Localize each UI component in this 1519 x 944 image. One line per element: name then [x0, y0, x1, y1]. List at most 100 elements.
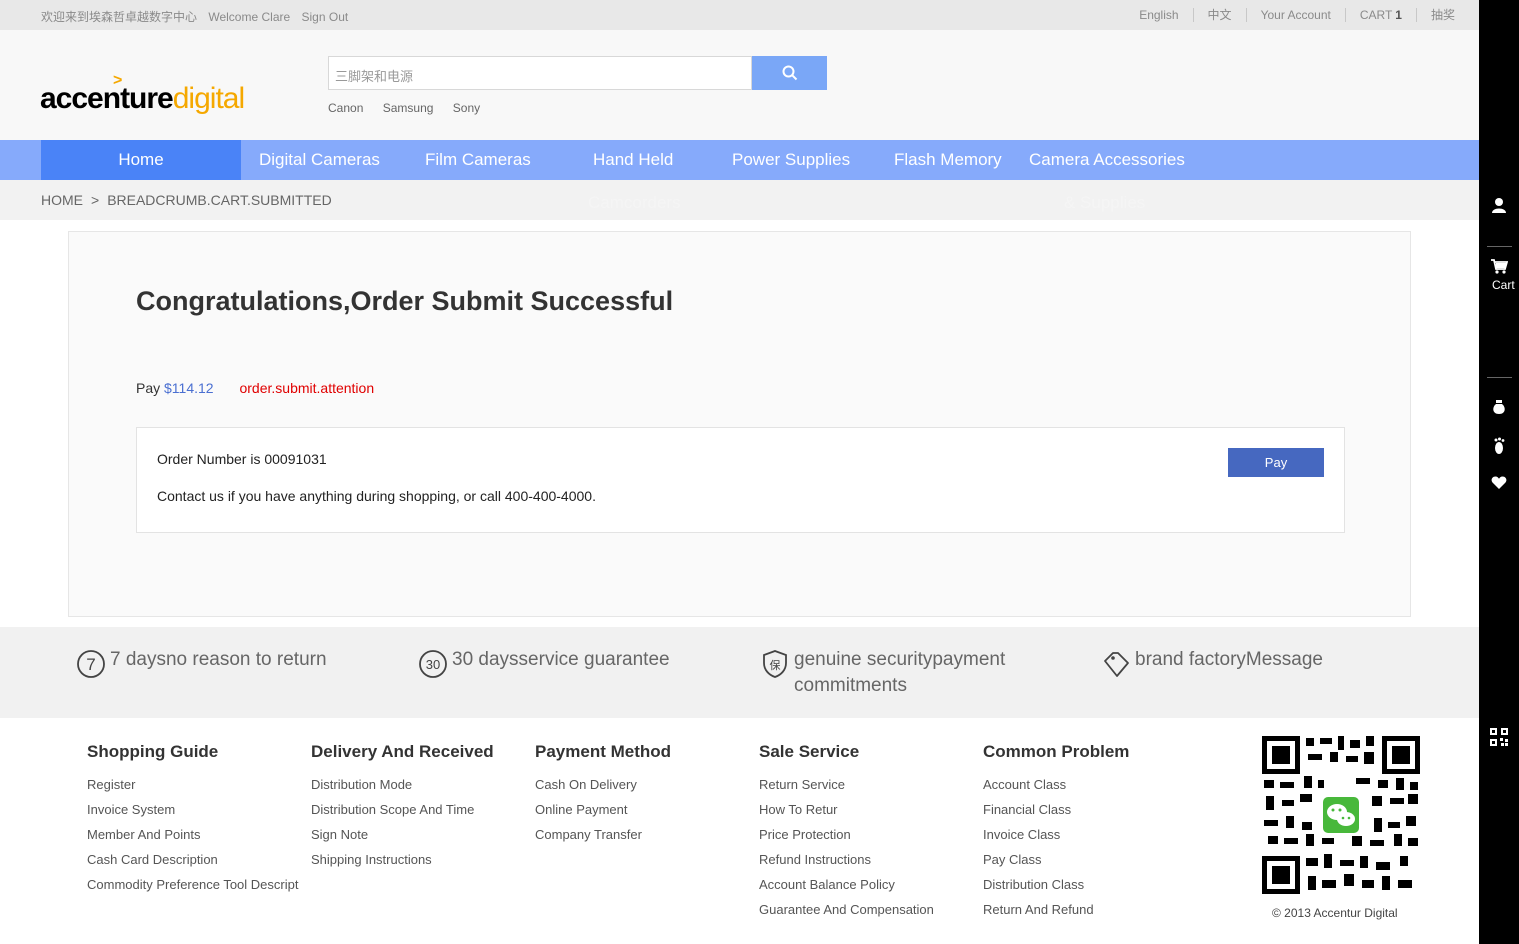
qr-code-icon — [1490, 728, 1508, 746]
sidebar-cart-button[interactable]: Cart — [1479, 258, 1519, 292]
sign-out-link[interactable]: Sign Out — [302, 10, 349, 24]
nav-camera-accessories-overflow: & Supplies — [1064, 193, 1146, 212]
search-input[interactable]: 三脚架和电源 — [328, 56, 752, 90]
sidebar-user-button[interactable] — [1479, 197, 1519, 213]
lottery-link[interactable]: 抽奖 — [1415, 8, 1469, 22]
footer-link[interactable]: Return Service — [759, 772, 934, 797]
footer-link[interactable]: Refund Instructions — [759, 847, 934, 872]
sidebar-favorites-button[interactable] — [1479, 476, 1519, 490]
shield-icon: 保 — [763, 650, 787, 678]
attention-message: order.submit.attention — [239, 380, 375, 396]
thirty-days-icon: 30 — [419, 650, 447, 678]
user-icon — [1492, 198, 1506, 213]
nav-camera-accessories[interactable]: Camera Accessories — [1029, 140, 1185, 180]
contact-note: Contact us if you have anything during s… — [157, 488, 596, 504]
footer-link[interactable]: Cash Card Description — [87, 847, 298, 872]
footer-link[interactable]: Pay Class — [983, 847, 1129, 872]
cart-link[interactable]: CART 1 — [1344, 8, 1416, 22]
footer-link[interactable]: Invoice System — [87, 797, 298, 822]
money-bag-icon — [1493, 400, 1505, 414]
logo-chevron-icon: > — [113, 72, 122, 89]
footer-column-title: Sale Service — [759, 742, 860, 761]
footer-link[interactable]: How To Retur — [759, 797, 934, 822]
sidebar-divider — [1487, 246, 1512, 247]
nav-digital-cameras[interactable]: Digital Cameras — [259, 140, 380, 180]
top-bar: 欢迎来到埃森哲卓越数字中心 Welcome Clare Sign Out Eng… — [0, 0, 1479, 30]
sidebar-divider — [1487, 377, 1512, 378]
payment-summary: Pay $114.12 order.submit.attention — [136, 380, 374, 396]
page-title: Congratulations,Order Submit Successful — [136, 286, 674, 316]
hotword-sony[interactable]: Sony — [453, 101, 480, 115]
hotword-samsung[interactable]: Samsung — [383, 101, 434, 115]
sidebar-cart-label: Cart — [1492, 278, 1515, 292]
footer-link[interactable]: Account Class — [983, 772, 1129, 797]
footer-link[interactable]: Guarantee And Compensation — [759, 897, 934, 922]
footer-link[interactable]: Member And Points — [87, 822, 298, 847]
welcome-user-text: Welcome Clare — [208, 10, 291, 24]
footer-column-title: Payment Method — [535, 742, 672, 761]
breadcrumb-home[interactable]: HOME — [41, 192, 83, 208]
seven-days-icon: 7 — [77, 650, 105, 678]
nav-power-supplies[interactable]: Power Supplies — [732, 140, 850, 180]
language-english-link[interactable]: English — [1125, 8, 1192, 22]
sidebar-footprint-button[interactable] — [1479, 437, 1519, 457]
guarantee-return: 7 7 daysno reason to return — [76, 647, 327, 679]
footer-link[interactable]: Account Balance Policy — [759, 872, 934, 897]
footer-column-payment: Payment Method Cash On Delivery Online P… — [535, 742, 671, 847]
nav-film-cameras[interactable]: Film Cameras — [425, 140, 531, 180]
search-button[interactable] — [752, 56, 827, 90]
site-logo[interactable]: > accenturedigital — [40, 72, 245, 126]
footer-link[interactable]: Distribution Mode — [311, 772, 494, 797]
order-info-box: Order Number is 00091031 Contact us if y… — [136, 427, 1345, 533]
footprint-icon — [1494, 437, 1505, 454]
footer-link[interactable]: Online Payment — [535, 797, 671, 822]
logo-text-digital: digital — [172, 82, 245, 115]
nav-flash-memory[interactable]: Flash Memory — [894, 140, 1002, 180]
footer-link[interactable]: Price Protection — [759, 822, 934, 847]
footer: Shopping Guide Register Invoice System M… — [0, 718, 1479, 944]
wechat-qr-code — [1260, 734, 1422, 896]
cart-icon — [1491, 259, 1508, 274]
footer-column-shopping-guide: Shopping Guide Register Invoice System M… — [87, 742, 298, 897]
footer-link[interactable]: Commodity Preference Tool Descript — [87, 872, 298, 897]
footer-link[interactable]: Register — [87, 772, 298, 797]
footer-link[interactable]: Financial Class — [983, 797, 1129, 822]
guarantee-band: 7 7 daysno reason to return 30 30 daysse… — [0, 627, 1479, 718]
nav-hand-held-overflow: Camcorders — [588, 193, 681, 212]
order-number: Order Number is 00091031 — [157, 451, 327, 467]
sidebar-qr-button[interactable] — [1479, 728, 1519, 746]
footer-link[interactable]: Invoice Class — [983, 822, 1129, 847]
right-sidebar: Cart — [1479, 0, 1519, 944]
footer-link[interactable]: Return And Refund — [983, 897, 1129, 922]
svg-text:30: 30 — [426, 657, 440, 672]
footer-link[interactable]: Distribution Scope And Time — [311, 797, 494, 822]
search-icon — [782, 65, 797, 81]
hot-keywords: Canon Samsung Sony — [328, 101, 496, 115]
hotword-canon[interactable]: Canon — [328, 101, 363, 115]
pay-button[interactable]: Pay — [1228, 448, 1324, 477]
breadcrumb-current: BREADCRUMB.CART.SUBMITTED — [107, 192, 332, 208]
language-chinese-link[interactable]: 中文 — [1192, 8, 1246, 22]
order-success-panel: Congratulations,Order Submit Successful … — [68, 231, 1411, 617]
pay-label: Pay — [136, 380, 161, 396]
nav-home[interactable]: Home — [41, 140, 241, 180]
pay-amount: $114.12 — [164, 380, 214, 396]
guarantee-payment-label: genuine securitypayment commitments — [794, 649, 1006, 696]
footer-link[interactable]: Company Transfer — [535, 822, 671, 847]
footer-column-delivery: Delivery And Received Distribution Mode … — [311, 742, 494, 872]
footer-link[interactable]: Distribution Class — [983, 872, 1129, 897]
footer-link[interactable]: Cash On Delivery — [535, 772, 671, 797]
heart-icon — [1491, 476, 1507, 489]
nav-hand-held[interactable]: Hand Held — [593, 140, 673, 180]
footer-column-common-problem: Common Problem Account Class Financial C… — [983, 742, 1129, 922]
footer-column-title: Shopping Guide — [87, 742, 219, 761]
copyright-text: © 2013 Accentur Digital — [1272, 906, 1398, 920]
your-account-link[interactable]: Your Account — [1245, 8, 1345, 22]
footer-column-title: Common Problem — [983, 742, 1130, 761]
footer-link[interactable]: Sign Note — [311, 822, 494, 847]
guarantee-payment: 保 genuine securitypayment commitments — [760, 647, 1060, 699]
sidebar-assets-button[interactable] — [1479, 399, 1519, 415]
guarantee-service-label: 30 daysservice guarantee — [452, 649, 670, 670]
svg-text:保: 保 — [770, 658, 781, 672]
footer-link[interactable]: Shipping Instructions — [311, 847, 494, 872]
